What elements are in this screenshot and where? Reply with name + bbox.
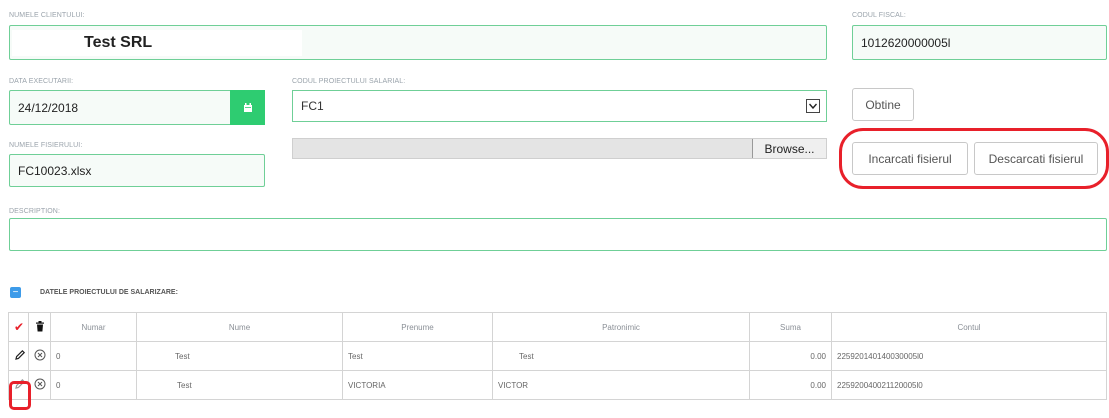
client-name-value: Test SRL — [84, 33, 153, 51]
remove-icon[interactable] — [34, 349, 46, 361]
collapse-section-button[interactable]: − — [10, 287, 21, 298]
cell-numar: 0 — [50, 341, 137, 371]
cell-nume: Test — [136, 370, 343, 400]
file-upload-input[interactable]: Browse... — [292, 138, 827, 159]
section-title: DATELE PROIECTULUI DE SALARIZARE: — [40, 289, 178, 296]
file-name-field[interactable]: FC10023.xlsx — [9, 154, 265, 187]
project-code-value: FC1 — [301, 99, 324, 113]
cell-nume: Test — [136, 341, 343, 371]
browse-button[interactable]: Browse... — [752, 139, 826, 158]
minus-icon: − — [12, 286, 19, 298]
cell-prenume: VICTORIA — [342, 370, 493, 400]
delete-column-header — [28, 312, 51, 342]
trash-icon — [35, 320, 44, 331]
description-field[interactable] — [9, 218, 1107, 251]
cell-patronimic: VICTOR — [492, 370, 750, 400]
remove-cell — [28, 341, 51, 371]
table-row: 0 Test Test Test 0.00 225920140140030005… — [8, 341, 1107, 371]
header-prenume[interactable]: Prenume — [342, 312, 493, 342]
execution-date-value: 24/12/2018 — [18, 100, 79, 115]
execution-date-label: DATA EXECUTARII: — [9, 78, 74, 85]
payroll-table: ✔ Numar Nume Prenume Patronimic Suma Con… — [8, 312, 1107, 400]
chevron-down-icon — [806, 99, 820, 113]
redaction-patch — [12, 30, 302, 56]
cell-suma: 0.00 — [749, 370, 832, 400]
calendar-button[interactable] — [230, 90, 265, 125]
remove-icon[interactable] — [34, 378, 46, 390]
header-numar[interactable]: Numar — [50, 312, 137, 342]
header-contul[interactable]: Contul — [831, 312, 1107, 342]
project-code-label: CODUL PROIECTULUI SALARIAL: — [292, 78, 406, 85]
header-patronimic[interactable]: Patronimic — [492, 312, 750, 342]
pencil-icon[interactable] — [14, 349, 26, 361]
cell-contul: 225920140140030005l0 — [831, 341, 1107, 371]
execution-date-field[interactable]: 24/12/2018 — [9, 90, 265, 125]
fiscal-code-value: 1012620000005l — [861, 35, 951, 50]
file-name-label: NUMELE FISIERULUI: — [9, 142, 83, 149]
cell-suma: 0.00 — [749, 341, 832, 371]
table-header-row: ✔ Numar Nume Prenume Patronimic Suma Con… — [8, 312, 1107, 342]
edit-cell — [8, 341, 29, 371]
fiscal-code-label: CODUL FISCAL: — [852, 12, 906, 19]
cell-prenume: Test — [342, 341, 493, 371]
check-icon: ✔ — [14, 320, 25, 334]
select-column-header: ✔ — [8, 312, 29, 342]
file-name-value: FC10023.xlsx — [18, 163, 92, 178]
project-code-select[interactable]: FC1 — [292, 90, 827, 122]
fiscal-code-field[interactable]: 1012620000005l — [852, 25, 1107, 60]
description-label: DESCRIPTION: — [9, 208, 60, 215]
remove-cell — [28, 370, 51, 400]
header-suma[interactable]: Suma — [749, 312, 832, 342]
header-nume[interactable]: Nume — [136, 312, 343, 342]
obtine-button[interactable]: Obtine — [852, 88, 914, 121]
highlight-annotation — [839, 128, 1109, 189]
edit-highlight-annotation — [9, 381, 31, 410]
table-row: 0 Test VICTORIA VICTOR 0.00 225920040021… — [8, 370, 1107, 400]
calendar-icon — [243, 102, 252, 112]
client-name-label: NUMELE CLIENTULUI: — [9, 12, 85, 19]
client-name-field[interactable]: Test SRL — [9, 25, 827, 60]
cell-patronimic: Test — [492, 341, 750, 371]
cell-contul: 225920040021120005l0 — [831, 370, 1107, 400]
cell-numar: 0 — [50, 370, 137, 400]
